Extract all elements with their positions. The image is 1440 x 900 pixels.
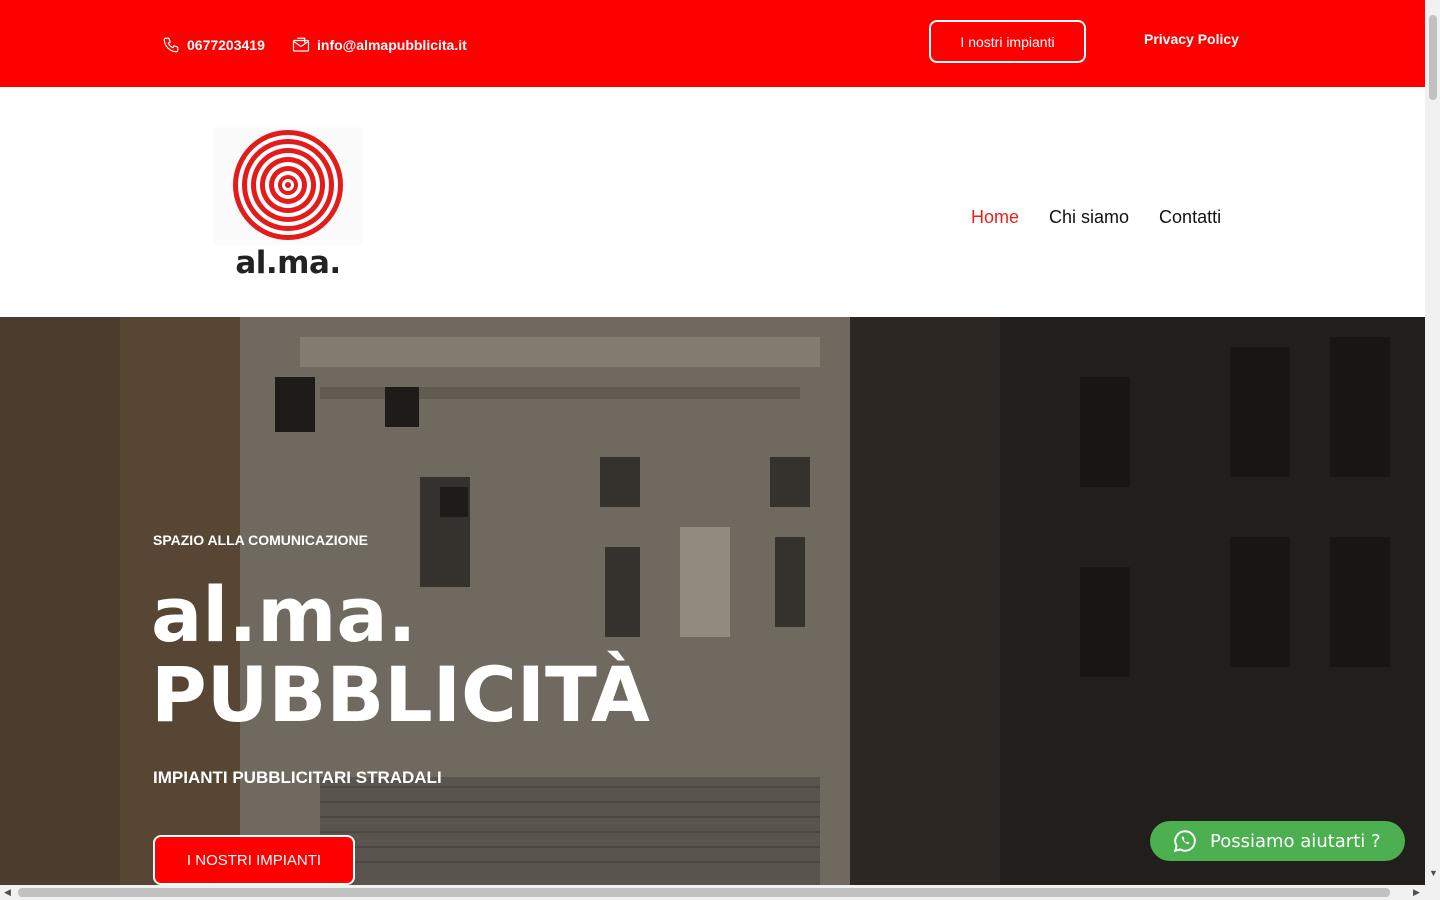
concentric-circles-logo-icon <box>213 127 363 245</box>
whatsapp-icon <box>1173 830 1196 853</box>
plants-button[interactable]: I nostri impianti <box>929 20 1086 63</box>
logo-wordmark: al.ma. <box>235 245 341 281</box>
privacy-policy-link[interactable]: Privacy Policy <box>1144 31 1239 47</box>
top-bar: 0677203419 info@almapubblicita.it I nost… <box>0 0 1425 87</box>
hero-section: SPAZIO ALLA COMUNICAZIONE al.ma. PUBBLIC… <box>0 317 1425 885</box>
nav-about[interactable]: Chi siamo <box>1049 207 1129 228</box>
email-address: info@almapubblicita.it <box>317 37 467 53</box>
site-header: al.ma. Home Chi siamo Contatti <box>0 87 1425 317</box>
whatsapp-chat-button[interactable]: Possiamo aiutarti ? <box>1150 821 1405 861</box>
hero-title: al.ma. PUBBLICITÀ <box>151 575 650 735</box>
logo[interactable]: al.ma. <box>213 127 363 281</box>
vertical-scrollbar[interactable] <box>1425 0 1440 885</box>
envelope-icon <box>292 37 310 52</box>
hero-kicker: SPAZIO ALLA COMUNICAZIONE <box>153 532 368 548</box>
hero-title-line2: PUBBLICITÀ <box>151 650 650 739</box>
hero-title-line1: al.ma. <box>151 570 417 659</box>
phone-icon <box>163 37 179 53</box>
scroll-left-arrow-icon[interactable]: ◀ <box>4 887 11 898</box>
nav-contacts[interactable]: Contatti <box>1159 207 1221 228</box>
whatsapp-label: Possiamo aiutarti ? <box>1210 830 1381 852</box>
hero-subtitle: IMPIANTI PUBBLICITARI STRADALI <box>153 768 442 787</box>
scroll-down-arrow-icon[interactable]: ▼ <box>1429 868 1438 878</box>
hero-cta-button[interactable]: I NOSTRI IMPIANTI <box>153 835 355 885</box>
email-contact[interactable]: info@almapubblicita.it <box>292 36 467 54</box>
scroll-right-arrow-icon[interactable]: ▶ <box>1413 887 1420 898</box>
horizontal-scrollbar-thumb[interactable] <box>18 888 1390 897</box>
main-nav: Home Chi siamo Contatti <box>971 207 1251 228</box>
phone-contact[interactable]: 0677203419 <box>162 36 265 54</box>
nav-home[interactable]: Home <box>971 207 1019 228</box>
phone-number: 0677203419 <box>187 37 265 53</box>
vertical-scrollbar-thumb[interactable] <box>1429 15 1437 100</box>
